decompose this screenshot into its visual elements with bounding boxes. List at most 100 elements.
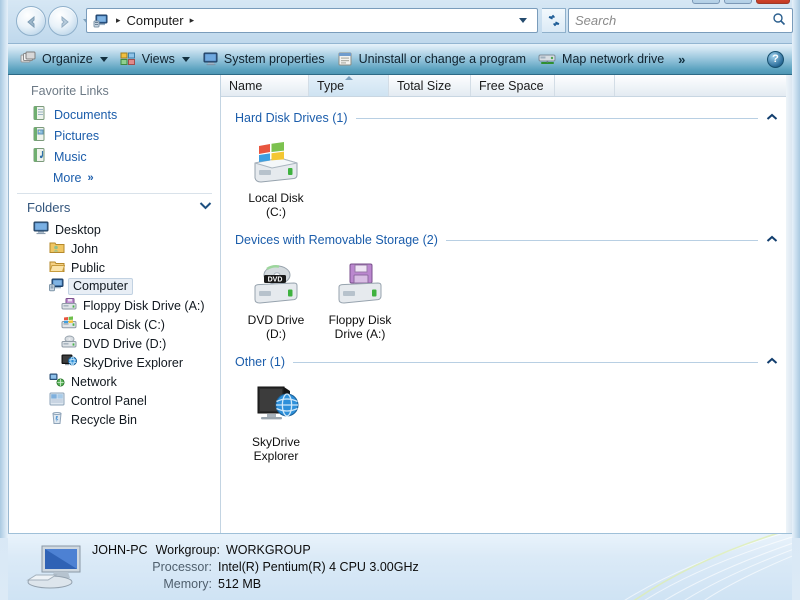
tree-item-dvd-drive-d-label: DVD Drive (D:) — [83, 337, 166, 351]
sidebar-item-documents-label: Documents — [54, 108, 117, 122]
column-header-extra[interactable] — [555, 75, 615, 96]
tree-item-control-panel[interactable]: Control Panel — [9, 391, 220, 410]
maximize-button[interactable] — [724, 0, 752, 4]
group-header-hard-disk-drives[interactable]: Hard Disk Drives (1) — [221, 107, 792, 129]
search-icon[interactable] — [772, 12, 786, 29]
navigation-buttons — [16, 6, 91, 36]
sidebar-item-music-label: Music — [54, 150, 87, 164]
tree-item-john-label: John — [71, 242, 98, 256]
group-header-other[interactable]: Other (1) — [221, 351, 792, 373]
tree-item-john[interactable]: John — [9, 239, 220, 258]
column-header-free-space[interactable]: Free Space — [471, 75, 555, 96]
sidebar-item-music[interactable]: Music — [9, 146, 220, 167]
drive-tile-floppy-drive-a[interactable]: Floppy Disk Drive (A:) — [321, 257, 399, 341]
tree-item-desktop-label: Desktop — [55, 223, 101, 237]
tree-item-public[interactable]: Public — [9, 258, 220, 277]
group-divider — [356, 118, 758, 119]
sidebar-item-documents[interactable]: Documents — [9, 104, 220, 125]
toolbar-system-properties-label: System properties — [224, 52, 325, 66]
map-network-drive-icon — [538, 51, 557, 67]
command-toolbar: Organize Views System properties — [8, 44, 792, 75]
uninstall-icon — [337, 51, 354, 67]
toolbar-views-label: Views — [142, 52, 175, 66]
tree-item-control-panel-label: Control Panel — [71, 394, 147, 408]
group-header-removable-storage[interactable]: Devices with Removable Storage (2) — [221, 229, 792, 251]
breadcrumb-bar[interactable]: ▸ Computer ▸ — [86, 8, 538, 33]
tree-item-network[interactable]: Network — [9, 372, 220, 391]
sidebar-more-label: More — [53, 171, 81, 185]
drive-tile-floppy-drive-a-line2: Drive (A:) — [321, 327, 399, 341]
tree-item-network-label: Network — [71, 375, 117, 389]
tree-item-dvd-drive-d[interactable]: DVD Drive (D:) — [9, 334, 220, 353]
drive-tile-local-disk-c[interactable]: Local Disk (C:) — [237, 135, 315, 219]
content-pane: Name Type Total Size Free Space Hard — [221, 75, 792, 533]
tree-item-recycle-bin[interactable]: Recycle Bin — [9, 410, 220, 429]
sort-ascending-icon — [345, 76, 353, 80]
tree-item-skydrive-explorer[interactable]: SkyDrive Explorer — [9, 353, 220, 372]
toolbar-views-button[interactable]: Views — [114, 47, 196, 72]
chevron-down-icon[interactable] — [100, 57, 108, 62]
window-controls — [692, 0, 790, 4]
breadcrumb-path-computer[interactable]: Computer — [125, 13, 186, 28]
tree-item-computer[interactable]: Computer — [9, 277, 220, 296]
breadcrumb-dropdown-icon[interactable] — [519, 18, 527, 23]
help-button[interactable]: ? — [767, 51, 784, 68]
minimize-button[interactable] — [692, 0, 720, 4]
column-header-name[interactable]: Name — [221, 75, 309, 96]
favorite-links-header: Favorite Links — [9, 75, 220, 104]
navigation-pane: Favorite Links Documents — [9, 75, 221, 533]
explorer-window: ▸ Computer ▸ Search — [0, 0, 800, 600]
documents-icon — [31, 105, 47, 124]
details-pane: JOHN-PC Workgroup: WORKGROUP Processor: … — [8, 533, 792, 600]
column-header-type[interactable]: Type — [309, 75, 389, 96]
search-placeholder[interactable]: Search — [575, 13, 616, 28]
user-folder-icon — [49, 240, 65, 257]
search-box[interactable]: Search — [568, 8, 793, 33]
collapse-group-icon[interactable] — [766, 356, 778, 368]
details-processor-value: Intel(R) Pentium(R) 4 CPU 3.00GHz — [218, 559, 419, 576]
window-body: Favorite Links Documents — [8, 75, 792, 533]
system-properties-icon — [202, 51, 219, 67]
tree-item-recycle-bin-label: Recycle Bin — [71, 413, 137, 427]
computer-icon — [49, 278, 65, 295]
vertical-scrollbar[interactable] — [786, 75, 792, 533]
network-icon — [49, 373, 65, 390]
sidebar-item-pictures[interactable]: Pictures — [9, 125, 220, 146]
item-tile-skydrive-explorer-line2: Explorer — [237, 449, 315, 463]
sidebar-more-link[interactable]: More » — [9, 167, 220, 189]
column-header-name-label: Name — [229, 79, 262, 93]
close-button[interactable] — [756, 0, 790, 4]
details-workgroup-value: WORKGROUP — [226, 542, 311, 559]
folders-header-label: Folders — [27, 200, 70, 215]
breadcrumb-separator-1[interactable]: ▸ — [112, 16, 125, 25]
refresh-button[interactable] — [542, 8, 566, 33]
chevron-down-icon[interactable] — [182, 57, 190, 62]
toolbar-system-properties-button[interactable]: System properties — [196, 47, 331, 72]
back-button[interactable] — [16, 6, 46, 36]
pictures-icon — [31, 126, 47, 145]
toolbar-map-network-drive-button[interactable]: Map network drive — [532, 47, 670, 72]
tree-item-local-disk-c[interactable]: Local Disk (C:) — [9, 315, 220, 334]
details-row-computer-name: JOHN-PC Workgroup: WORKGROUP — [92, 542, 419, 559]
toolbar-organize-button[interactable]: Organize — [14, 47, 114, 72]
chevron-down-icon[interactable] — [199, 201, 212, 213]
column-header-total-size[interactable]: Total Size — [389, 75, 471, 96]
group-header-removable-storage-label: Devices with Removable Storage (2) — [235, 233, 438, 247]
collapse-group-icon[interactable] — [766, 112, 778, 124]
item-tile-skydrive-explorer[interactable]: SkyDrive Explorer — [237, 379, 315, 463]
details-computer-name: JOHN-PC — [92, 542, 148, 559]
svg-text:DVD: DVD — [268, 277, 283, 284]
desktop-icon — [33, 221, 49, 238]
local-disk-icon — [61, 316, 77, 333]
tree-item-floppy-drive-a[interactable]: Floppy Disk Drive (A:) — [9, 296, 220, 315]
toolbar-uninstall-button[interactable]: Uninstall or change a program — [331, 47, 532, 72]
toolbar-overflow-button[interactable]: » — [670, 52, 693, 67]
column-headers: Name Type Total Size Free Space — [221, 75, 792, 97]
tree-item-desktop[interactable]: Desktop — [9, 220, 220, 239]
drive-tile-dvd-drive-d[interactable]: DVD DVD Drive (D:) — [237, 257, 315, 341]
dvd-drive-icon: DVD — [237, 257, 315, 309]
folders-header[interactable]: Folders — [9, 194, 220, 220]
breadcrumb-separator-2[interactable]: ▸ — [186, 16, 199, 25]
collapse-group-icon[interactable] — [766, 234, 778, 246]
forward-button[interactable] — [48, 6, 78, 36]
